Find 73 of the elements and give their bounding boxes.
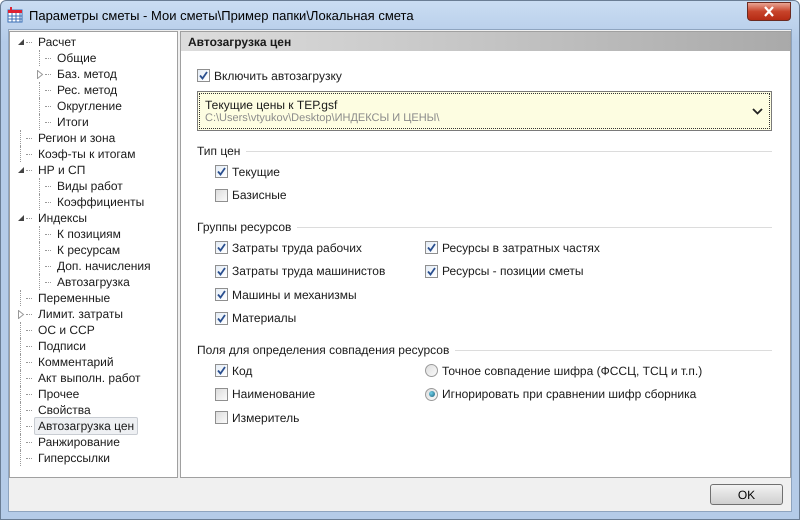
checkbox-label: Затраты труда рабочих xyxy=(232,240,362,255)
checkbox[interactable] xyxy=(215,411,228,424)
tree-item[interactable]: Коэффициенты xyxy=(53,193,148,211)
radio-button[interactable] xyxy=(425,364,438,378)
group-title: Группы ресурсов xyxy=(197,220,292,234)
window-title: Параметры сметы - Мои сметы\Пример папки\Локальная смета xyxy=(29,8,415,22)
tree-item[interactable]: Переменные xyxy=(34,289,114,307)
tree-item[interactable]: Доп. начисления xyxy=(53,257,155,275)
checkbox-label: Материалы xyxy=(232,311,296,326)
panel-header: Автозагрузка цен xyxy=(181,32,790,51)
checkbox[interactable] xyxy=(215,288,228,302)
grid-icon xyxy=(7,7,23,23)
group-title: Тип цен xyxy=(197,144,240,158)
checkbox[interactable] xyxy=(215,188,228,202)
radio-label: Игнорировать при сравнении шифр сборника xyxy=(442,387,696,402)
checkbox[interactable] xyxy=(215,388,228,401)
expand-icon[interactable] xyxy=(17,310,25,318)
tree-item[interactable]: Прочее xyxy=(34,385,84,403)
chevron-icon xyxy=(752,108,763,114)
checkbox-label: Базисные xyxy=(232,188,287,202)
tree-item[interactable]: Подписи xyxy=(34,337,90,355)
checkbox[interactable] xyxy=(215,165,228,178)
tree-item[interactable]: К ресурсам xyxy=(53,241,124,259)
checkbox-label: Машины и механизмы xyxy=(232,288,357,302)
tree-item[interactable]: Лимит. затраты xyxy=(34,305,127,323)
radio-button[interactable] xyxy=(425,388,438,401)
checkbox-label: Код xyxy=(232,364,252,378)
checkbox[interactable] xyxy=(215,312,228,325)
tree-item[interactable]: Округление xyxy=(53,97,126,115)
tree-item[interactable]: Комментарий xyxy=(34,353,118,371)
close-icon xyxy=(763,6,775,16)
tree-item[interactable]: Ранжирование xyxy=(34,433,124,451)
file-path: C:\Users\vtyukov\Desktop\ИНДЕКСЫ И ЦЕНЫ\ xyxy=(205,112,440,124)
tree-item[interactable]: К позициям xyxy=(53,225,125,243)
checkbox-label: Затраты труда машинистов xyxy=(232,264,386,278)
price-file-dropdown[interactable]: Текущие цены к ТЕР.gsf C:\Users\vtyukov\Desktop\ИНДЕКСЫ И ЦЕНЫ\ xyxy=(197,91,772,131)
tree-item[interactable]: НР и СП xyxy=(34,161,90,179)
tree-item[interactable]: Акт выполн. работ xyxy=(34,369,145,387)
file-name: Текущие цены к ТЕР.gsf xyxy=(205,98,338,112)
tree-item[interactable]: Гиперссылки xyxy=(34,449,114,467)
checkbox-label: Измеритель xyxy=(232,410,300,425)
tree-item[interactable]: Виды работ xyxy=(53,177,127,195)
checkbox[interactable] xyxy=(425,264,438,278)
tree-item[interactable]: Общие xyxy=(53,49,100,67)
checkbox[interactable] xyxy=(215,241,228,254)
checkbox-label: Ресурсы - позиции сметы xyxy=(442,264,584,278)
tree-item[interactable]: Автозагрузка цен xyxy=(34,417,138,435)
tree-item[interactable]: ОС и ССР xyxy=(34,321,99,339)
tree-item[interactable]: Коэф-ты к итогам xyxy=(34,145,140,163)
ok-button[interactable]: OK xyxy=(710,484,783,505)
checkbox[interactable] xyxy=(215,364,228,378)
tree-item[interactable]: Автозагрузка xyxy=(53,273,134,291)
checkbox-label: Наименование xyxy=(232,387,316,402)
tree-item[interactable]: Расчет xyxy=(34,33,80,51)
radio-label: Точное совпадение шифра (ФССЦ, ТСЦ и т.п.) xyxy=(442,364,702,378)
collapse-icon[interactable] xyxy=(17,214,25,222)
tree-item[interactable]: Индексы xyxy=(34,209,91,227)
close-button[interactable] xyxy=(747,2,791,20)
checkbox-label: Включить автозагрузку xyxy=(214,68,342,82)
expand-icon[interactable] xyxy=(36,70,44,78)
checkbox[interactable] xyxy=(215,264,228,278)
checkbox[interactable] xyxy=(197,69,210,82)
tree-item[interactable]: Свойства xyxy=(34,401,95,419)
checkbox-label: Текущие xyxy=(232,164,280,179)
tree-item[interactable]: Баз. метод xyxy=(53,65,121,83)
tree-item[interactable]: Регион и зона xyxy=(34,129,120,147)
collapse-icon[interactable] xyxy=(17,38,25,46)
tree-item[interactable]: Итоги xyxy=(53,113,93,131)
checkbox[interactable] xyxy=(425,241,438,254)
checkbox-label: Ресурсы в затратных частях xyxy=(442,240,600,255)
group-title: Поля для определения совпадения ресурсов xyxy=(197,343,450,357)
tree-item[interactable]: Рес. метод xyxy=(53,81,122,99)
collapse-icon[interactable] xyxy=(17,166,25,174)
